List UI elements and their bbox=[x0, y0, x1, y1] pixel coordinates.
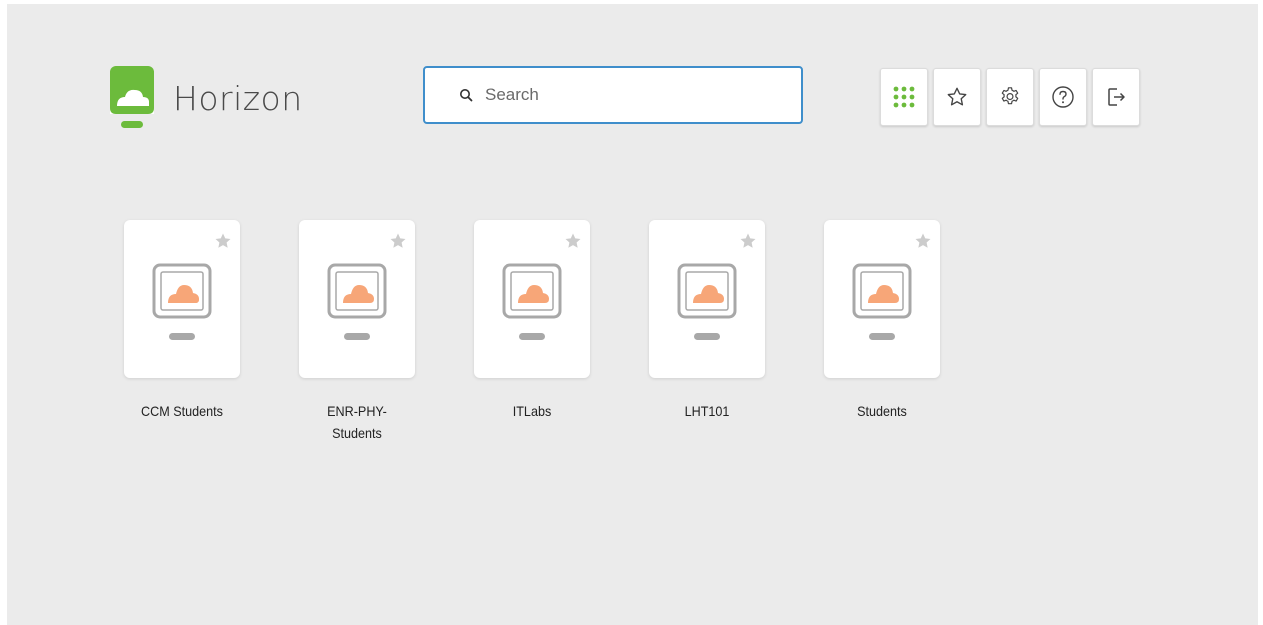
search-icon bbox=[460, 89, 473, 102]
desktop-cloud-icon bbox=[152, 263, 212, 340]
star-icon[interactable] bbox=[389, 232, 407, 250]
app-grid-button[interactable] bbox=[880, 68, 928, 126]
favorites-button[interactable] bbox=[933, 68, 981, 126]
tile-card[interactable] bbox=[474, 220, 590, 378]
tile-card[interactable] bbox=[124, 220, 240, 378]
app-viewport: Horizon Search CCM Students ENR-PHY- Stu… bbox=[7, 4, 1258, 625]
tile-label: ITLabs bbox=[512, 403, 552, 419]
grid-icon bbox=[893, 86, 915, 108]
search-box[interactable] bbox=[423, 66, 803, 124]
desktop-cloud-icon bbox=[327, 263, 387, 340]
desktop-tile[interactable]: ENR-PHY- Students bbox=[299, 220, 415, 444]
logout-button[interactable] bbox=[1092, 68, 1140, 126]
desktop-cloud-icon bbox=[502, 263, 562, 340]
tile-label-line: Students bbox=[332, 425, 382, 441]
desktop-tile[interactable]: Students bbox=[824, 220, 940, 444]
tile-card[interactable] bbox=[649, 220, 765, 378]
brand-name: Horizon bbox=[173, 78, 303, 118]
desktop-tile[interactable]: ITLabs bbox=[474, 220, 590, 444]
tile-label: LHT101 bbox=[684, 403, 730, 419]
help-circle-icon bbox=[1052, 86, 1074, 108]
star-icon[interactable] bbox=[739, 232, 757, 250]
desktop-tile[interactable]: LHT101 bbox=[649, 220, 765, 444]
star-outline-icon bbox=[947, 87, 967, 106]
gear-icon bbox=[1001, 87, 1019, 105]
tile-card[interactable] bbox=[299, 220, 415, 378]
tile-label: CCM Students bbox=[141, 403, 223, 419]
toolbar bbox=[880, 68, 1140, 126]
desktop-tile[interactable]: CCM Students bbox=[124, 220, 240, 444]
horizon-logo-icon bbox=[110, 66, 154, 128]
star-icon[interactable] bbox=[214, 232, 232, 250]
settings-button[interactable] bbox=[986, 68, 1034, 126]
tile-label-line: ENR-PHY- bbox=[327, 403, 387, 419]
horizon-logo[interactable]: Horizon bbox=[109, 66, 303, 130]
tile-label: Students bbox=[857, 403, 907, 419]
desktop-tiles: CCM Students ENR-PHY- Students ITLabs LH… bbox=[124, 220, 999, 444]
search-input[interactable] bbox=[485, 80, 785, 110]
tile-label: ENR-PHY- Students bbox=[305, 400, 409, 444]
tile-card[interactable] bbox=[824, 220, 940, 378]
logout-icon bbox=[1108, 88, 1125, 106]
desktop-cloud-icon bbox=[852, 263, 912, 340]
desktop-cloud-icon bbox=[677, 263, 737, 340]
help-button[interactable] bbox=[1039, 68, 1087, 126]
star-icon[interactable] bbox=[564, 232, 582, 250]
star-icon[interactable] bbox=[914, 232, 932, 250]
